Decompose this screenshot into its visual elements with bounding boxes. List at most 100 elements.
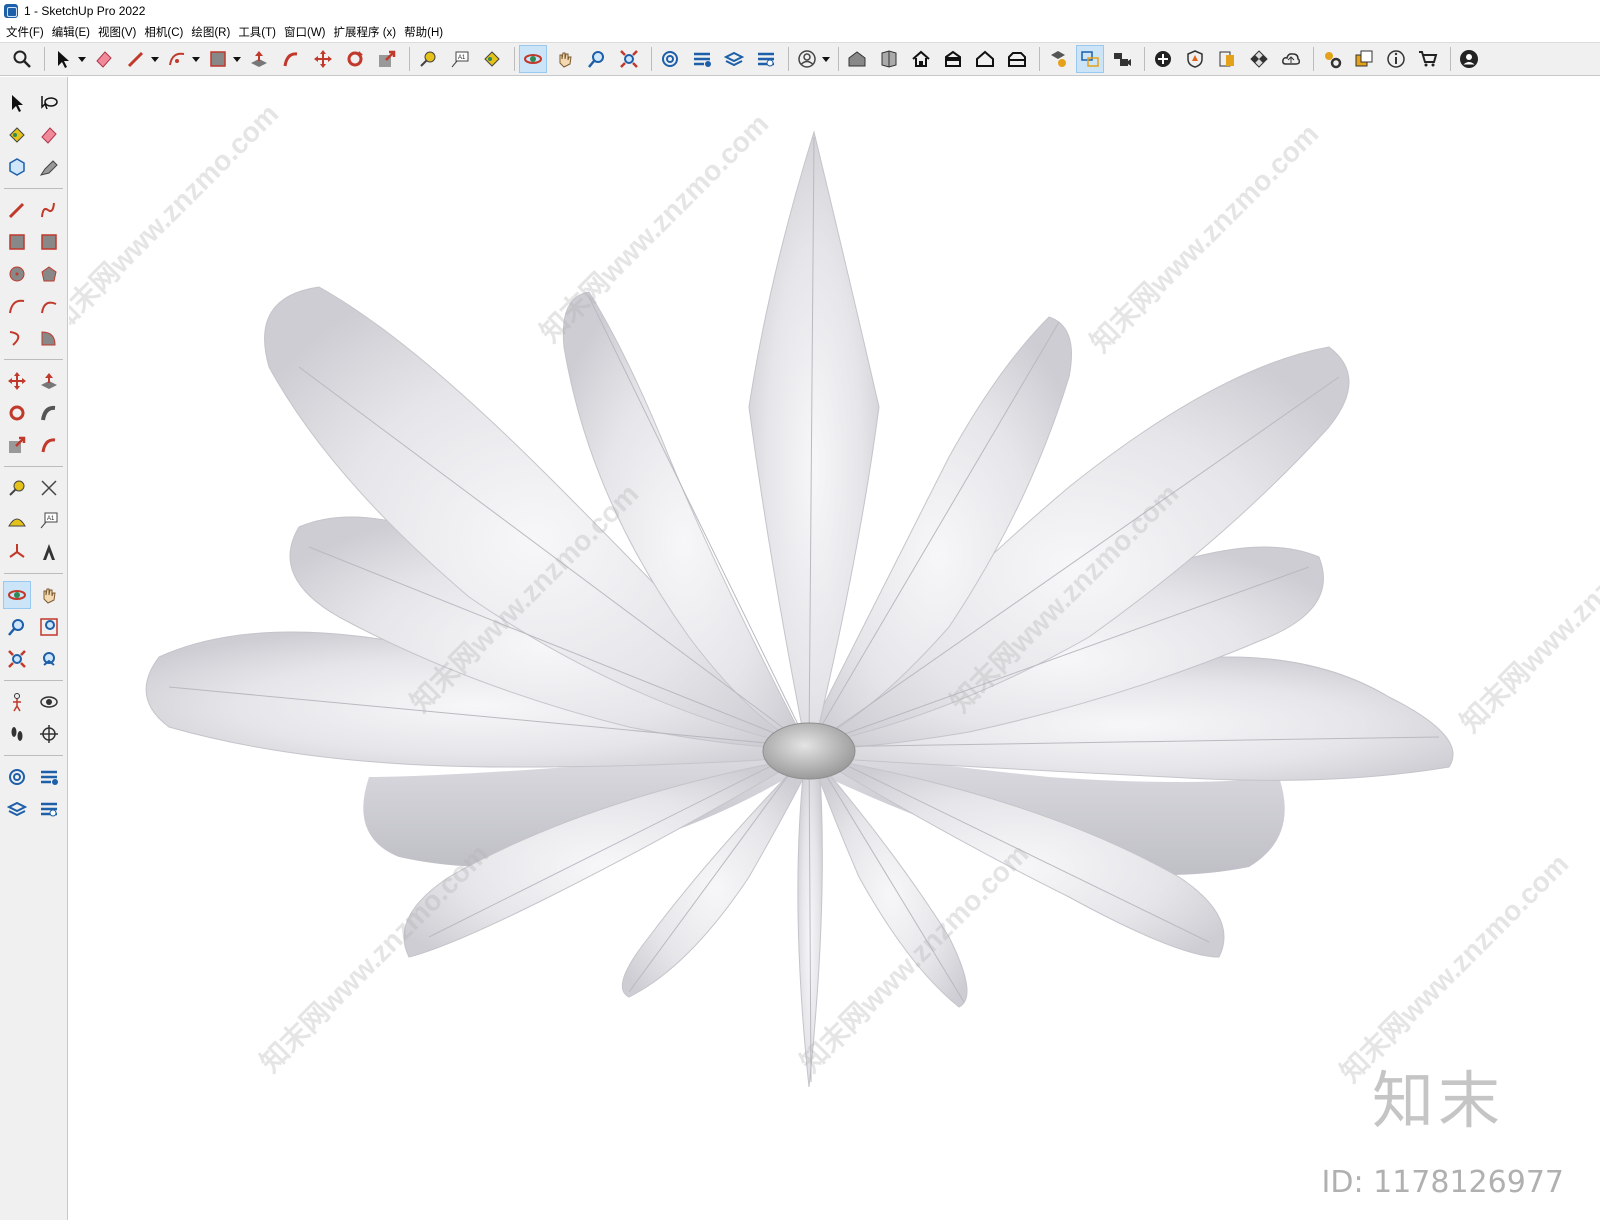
rotated-rectangle-icon[interactable] <box>35 228 63 256</box>
section-icon[interactable] <box>1003 45 1031 73</box>
house-outline-icon[interactable] <box>971 45 999 73</box>
zoom-tool-icon[interactable] <box>3 613 31 641</box>
arc-icon[interactable] <box>163 45 191 73</box>
push-pull-icon[interactable] <box>35 367 63 395</box>
dialog-icon[interactable] <box>1350 45 1378 73</box>
zoom-window-icon[interactable] <box>35 613 63 641</box>
pencil-icon[interactable] <box>3 196 31 224</box>
offset-icon[interactable] <box>35 431 63 459</box>
user-icon[interactable] <box>793 45 821 73</box>
move-icon[interactable] <box>309 45 337 73</box>
eraser-icon[interactable] <box>90 45 118 73</box>
camera-icon[interactable] <box>1108 45 1136 73</box>
info-icon[interactable] <box>1382 45 1410 73</box>
3d-viewport[interactable]: 知末网www.znzmo.com 知末网www.znzmo.com 知末网www… <box>69 77 1600 1220</box>
layers-icon[interactable] <box>720 45 748 73</box>
cloud-icon[interactable] <box>1277 45 1305 73</box>
classifier-icon[interactable] <box>35 763 63 791</box>
make-component-icon[interactable] <box>3 153 31 181</box>
scale-icon[interactable] <box>373 45 401 73</box>
dimension-icon[interactable] <box>35 474 63 502</box>
follow-me-icon[interactable] <box>277 45 305 73</box>
menu-extensions[interactable]: 扩展程序 (x) <box>332 24 403 40</box>
tag-icon[interactable] <box>35 153 63 181</box>
rotate-icon[interactable] <box>3 399 31 427</box>
move-icon[interactable] <box>3 367 31 395</box>
components-icon[interactable] <box>875 45 903 73</box>
follow-me-icon[interactable] <box>35 399 63 427</box>
account-icon[interactable] <box>1455 45 1483 73</box>
rectangle-icon[interactable] <box>204 45 232 73</box>
eraser-icon[interactable] <box>35 121 63 149</box>
settings-icon[interactable] <box>1318 45 1346 73</box>
section-plane-icon[interactable] <box>35 720 63 748</box>
menu-file[interactable]: 文件(F) <box>4 24 50 40</box>
three-point-arc-icon[interactable] <box>3 324 31 352</box>
circle-icon[interactable] <box>3 260 31 288</box>
shape-dropdown[interactable] <box>233 45 241 73</box>
zoom-tool-icon[interactable] <box>583 45 611 73</box>
menu-tools[interactable]: 工具(T) <box>236 24 282 40</box>
menu-window[interactable]: 窗口(W) <box>282 24 332 40</box>
select-icon[interactable] <box>3 89 31 117</box>
sandbox-icon[interactable] <box>656 45 684 73</box>
home-icon[interactable] <box>907 45 935 73</box>
scale-icon[interactable] <box>3 431 31 459</box>
solid-tools-icon[interactable] <box>35 795 63 823</box>
protractor-icon[interactable] <box>3 506 31 534</box>
zoom-extents-icon[interactable] <box>3 645 31 673</box>
freehand-icon[interactable] <box>35 196 63 224</box>
warehouse-icon[interactable] <box>843 45 871 73</box>
classifier-icon[interactable] <box>688 45 716 73</box>
sandbox-icon[interactable] <box>3 763 31 791</box>
menu-help[interactable]: 帮助(H) <box>402 24 449 40</box>
layers-icon[interactable] <box>3 795 31 823</box>
rectangle-icon[interactable] <box>3 228 31 256</box>
3d-text-icon[interactable] <box>35 538 63 566</box>
menu-edit[interactable]: 编辑(E) <box>50 24 96 40</box>
paint-bucket-icon[interactable] <box>478 45 506 73</box>
flower-model[interactable] <box>69 77 1600 1220</box>
arc-dropdown[interactable] <box>192 45 200 73</box>
zoom-icon[interactable] <box>8 45 36 73</box>
user-dropdown[interactable] <box>822 45 830 73</box>
previous-view-icon[interactable] <box>35 645 63 673</box>
menu-draw[interactable]: 绘图(R) <box>189 24 236 40</box>
zoom-extents-icon[interactable] <box>615 45 643 73</box>
look-around-icon[interactable] <box>35 688 63 716</box>
arc-icon[interactable] <box>3 292 31 320</box>
select-icon[interactable] <box>49 45 77 73</box>
rotate-icon[interactable] <box>341 45 369 73</box>
pan-icon[interactable] <box>35 581 63 609</box>
lasso-icon[interactable] <box>35 89 63 117</box>
walk-icon[interactable] <box>3 720 31 748</box>
tape-measure-icon[interactable] <box>414 45 442 73</box>
scenes-icon[interactable] <box>1076 45 1104 73</box>
front-view-icon[interactable] <box>939 45 967 73</box>
shield-icon[interactable] <box>1181 45 1209 73</box>
styles-icon[interactable] <box>1044 45 1072 73</box>
add-icon[interactable] <box>1149 45 1177 73</box>
tape-measure-icon[interactable] <box>3 474 31 502</box>
text-icon[interactable]: A1 <box>446 45 474 73</box>
polygon-icon[interactable] <box>35 260 63 288</box>
axes-icon[interactable] <box>3 538 31 566</box>
solid-tools-icon[interactable] <box>752 45 780 73</box>
paint-bucket-icon[interactable] <box>3 121 31 149</box>
orbit-icon[interactable] <box>3 581 31 609</box>
pencil-icon[interactable] <box>122 45 150 73</box>
two-point-arc-icon[interactable] <box>35 292 63 320</box>
menu-view[interactable]: 视图(V) <box>96 24 142 40</box>
checker-icon[interactable] <box>1245 45 1273 73</box>
pencil-dropdown[interactable] <box>151 45 159 73</box>
materials-icon[interactable] <box>1213 45 1241 73</box>
cart-icon[interactable] <box>1414 45 1442 73</box>
pan-icon[interactable] <box>551 45 579 73</box>
position-camera-icon[interactable] <box>3 688 31 716</box>
text-icon[interactable]: A1 <box>35 506 63 534</box>
select-dropdown[interactable] <box>78 45 86 73</box>
menu-camera[interactable]: 相机(C) <box>142 24 189 40</box>
orbit-icon[interactable] <box>519 45 547 73</box>
pie-icon[interactable] <box>35 324 63 352</box>
push-pull-icon[interactable] <box>245 45 273 73</box>
